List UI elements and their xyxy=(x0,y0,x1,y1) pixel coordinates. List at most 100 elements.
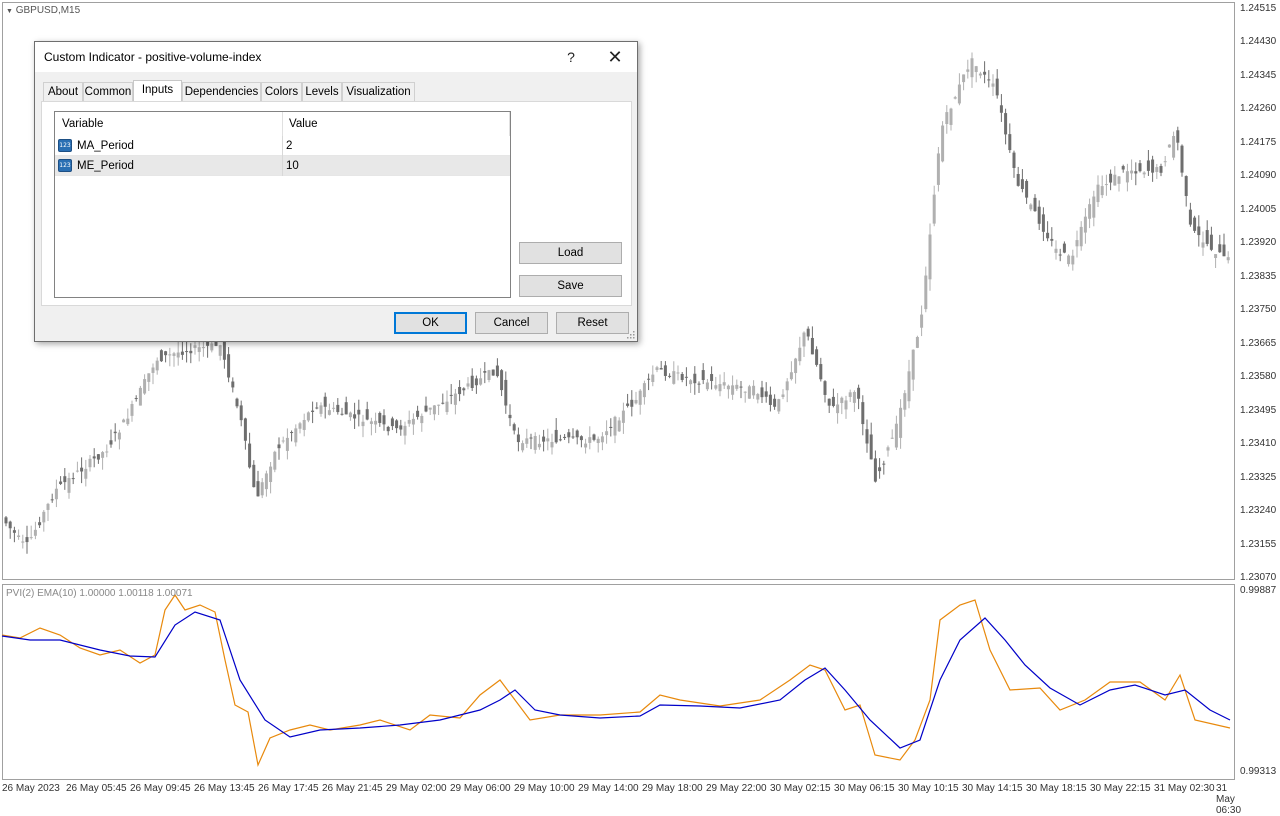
candle-body xyxy=(1163,161,1167,163)
price-tick-label: 1.23325 xyxy=(1240,471,1277,483)
candle-body xyxy=(1209,234,1213,250)
candle-body xyxy=(987,79,991,81)
candle-body xyxy=(525,438,529,444)
candle-body xyxy=(978,73,982,76)
candle-body xyxy=(907,371,911,402)
candle-body xyxy=(1214,254,1218,258)
dropdown-triangle-icon[interactable]: ▼ xyxy=(6,8,13,15)
reset-button[interactable]: Reset xyxy=(556,312,629,334)
cancel-button[interactable]: Cancel xyxy=(475,312,548,334)
table-row[interactable]: 123 ME_Period 10 xyxy=(55,156,510,176)
table-row[interactable]: 123 MA_Period 2 xyxy=(55,136,510,156)
integer-type-icon: 123 xyxy=(58,159,72,172)
candle-body xyxy=(1142,172,1146,175)
candle-body xyxy=(378,412,382,423)
candle-body xyxy=(1121,166,1125,170)
candle-body xyxy=(962,74,966,83)
time-tick-label: 29 May 02:00 xyxy=(386,783,447,794)
candle-body xyxy=(701,370,705,380)
help-button[interactable]: ? xyxy=(557,44,585,70)
tab-colors[interactable]: Colors xyxy=(261,82,302,101)
variable-value[interactable]: 2 xyxy=(286,136,292,156)
candle-body xyxy=(743,391,747,393)
candle-body xyxy=(928,234,932,280)
candle-body xyxy=(659,368,663,370)
candle-body xyxy=(1067,255,1071,265)
tab-common[interactable]: Common xyxy=(83,82,133,101)
variable-value[interactable]: 10 xyxy=(286,156,299,176)
candle-body xyxy=(1020,179,1024,189)
time-tick-label: 30 May 02:15 xyxy=(770,783,831,794)
candle-body xyxy=(974,66,978,73)
candle-body xyxy=(155,360,159,371)
time-tick-label: 30 May 06:15 xyxy=(834,783,895,794)
candle-body xyxy=(46,503,50,510)
save-button[interactable]: Save xyxy=(519,275,622,297)
candle-body xyxy=(470,375,474,388)
candle-body xyxy=(495,365,499,377)
candle-body xyxy=(227,354,231,378)
candle-body xyxy=(369,421,373,424)
candle-body xyxy=(344,402,348,415)
candle-body xyxy=(865,429,869,444)
candle-body xyxy=(130,404,134,416)
tab-about[interactable]: About xyxy=(43,82,83,101)
candle-body xyxy=(1197,226,1201,236)
candle-body xyxy=(50,499,54,501)
candle-body xyxy=(449,394,453,396)
header-value[interactable]: Value xyxy=(282,112,509,136)
price-tick-label: 1.24090 xyxy=(1240,170,1277,182)
price-tick-label: 1.23580 xyxy=(1240,371,1277,383)
price-tick-label: 1.23155 xyxy=(1240,538,1277,550)
candle-body xyxy=(420,415,424,424)
time-tick-label: 26 May 17:45 xyxy=(258,783,319,794)
tab-levels[interactable]: Levels xyxy=(302,82,342,101)
header-divider[interactable] xyxy=(509,112,510,136)
candle-body xyxy=(571,436,575,438)
candle-body xyxy=(554,429,558,443)
candle-body xyxy=(794,358,798,374)
tab-visualization[interactable]: Visualization xyxy=(342,82,415,101)
candle-body xyxy=(252,464,256,488)
resize-grip-icon[interactable] xyxy=(627,331,635,339)
candle-body xyxy=(1041,214,1045,232)
candle-body xyxy=(218,345,222,356)
candle-body xyxy=(306,412,310,421)
candle-body xyxy=(458,386,462,395)
candle-body xyxy=(180,351,184,355)
candle-body xyxy=(512,424,516,431)
candle-body xyxy=(760,387,764,398)
candle-body xyxy=(579,436,583,441)
candle-body xyxy=(1050,238,1054,241)
candle-body xyxy=(1029,204,1033,210)
dialog-titlebar[interactable]: Custom Indicator - positive-volume-index… xyxy=(35,42,637,72)
candle-body xyxy=(311,410,315,412)
header-variable[interactable]: Variable xyxy=(55,112,282,136)
ok-button[interactable]: OK xyxy=(394,312,467,334)
candle-body xyxy=(395,420,399,429)
load-button[interactable]: Load xyxy=(519,242,622,264)
candle-body xyxy=(197,347,201,353)
candle-body xyxy=(575,430,579,438)
candle-body xyxy=(138,387,142,406)
candle-body xyxy=(798,347,802,362)
candle-body xyxy=(8,521,12,529)
tab-dependencies[interactable]: Dependencies xyxy=(182,82,261,101)
candle-body xyxy=(890,437,894,439)
candle-body xyxy=(558,439,562,441)
candle-body xyxy=(424,405,428,412)
tab-inputs[interactable]: Inputs xyxy=(133,80,182,102)
candle-body xyxy=(878,467,882,472)
candle-body xyxy=(466,383,470,387)
close-icon[interactable]: ✕ xyxy=(601,44,629,70)
candle-body xyxy=(416,410,420,417)
candle-body xyxy=(54,488,58,500)
candle-body xyxy=(1113,174,1117,186)
candle-body xyxy=(521,443,525,451)
time-tick-label: 26 May 21:45 xyxy=(322,783,383,794)
candle-body xyxy=(516,434,520,443)
candle-body xyxy=(445,401,449,413)
inputs-grid[interactable]: Variable Value 123 MA_Period 2 123 ME_Pe… xyxy=(54,111,511,298)
price-tick-label: 1.23495 xyxy=(1240,404,1277,416)
candle-body xyxy=(739,386,743,388)
